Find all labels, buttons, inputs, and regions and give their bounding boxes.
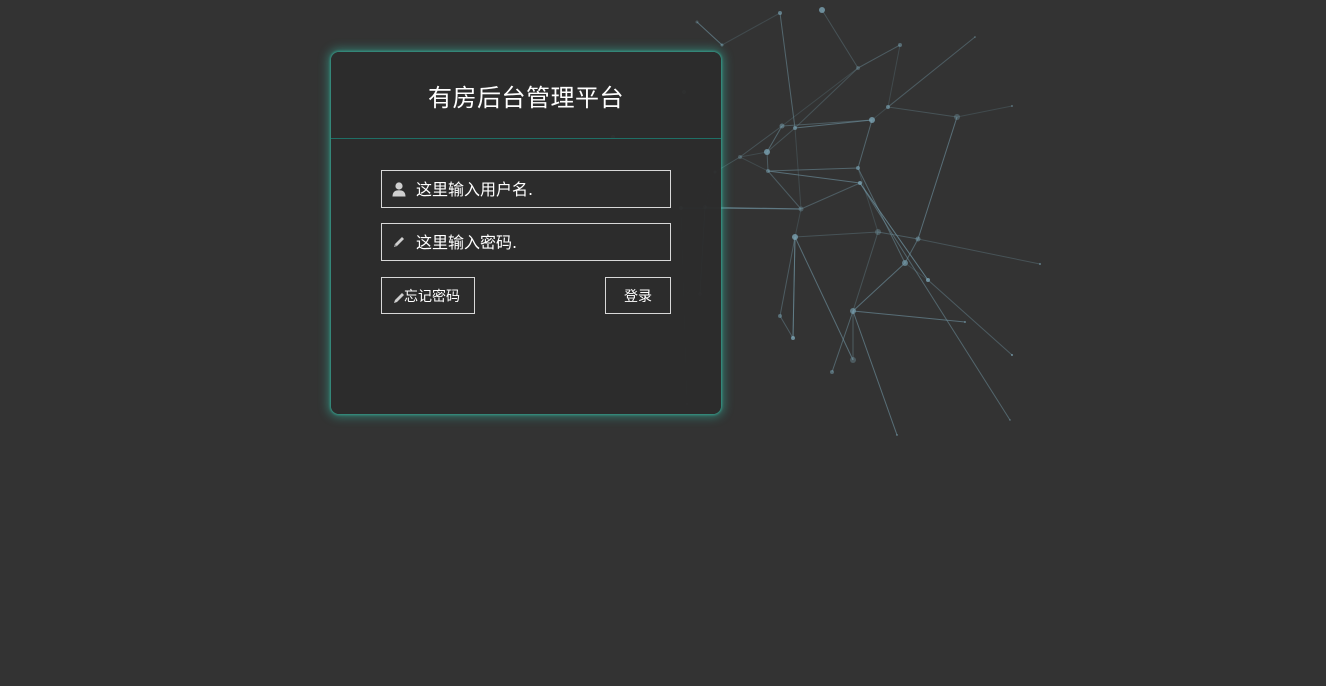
network-node — [792, 234, 798, 240]
user-icon — [382, 181, 416, 197]
panel-header: 有房后台管理平台 — [331, 52, 721, 139]
network-line — [887, 36, 976, 108]
network-line — [792, 236, 796, 339]
network-node — [738, 155, 742, 159]
network-line — [739, 156, 769, 172]
network-node — [766, 169, 770, 173]
forgot-password-label: 忘记密码 — [404, 288, 460, 305]
network-node — [964, 321, 966, 323]
network-node — [974, 36, 976, 38]
network-line — [794, 67, 859, 129]
network-line — [852, 310, 966, 323]
pencil-icon — [382, 235, 416, 249]
network-line — [794, 127, 802, 210]
network-line — [779, 12, 796, 129]
network-line — [779, 315, 794, 339]
network-line — [871, 106, 889, 121]
login-button-label: 登录 — [624, 288, 652, 305]
pencil-icon — [393, 290, 407, 304]
network-node — [856, 166, 860, 170]
network-line — [852, 310, 898, 436]
network-line — [767, 170, 861, 184]
network-node — [850, 308, 856, 314]
network-line — [779, 236, 796, 317]
network-line — [767, 170, 802, 210]
network-line — [821, 9, 859, 69]
network-line — [956, 105, 1013, 118]
network-node — [1011, 105, 1013, 107]
network-node — [1011, 354, 1013, 356]
network-node — [850, 357, 856, 363]
network-node — [778, 11, 782, 15]
network-node — [779, 123, 785, 129]
password-field[interactable] — [381, 223, 671, 261]
network-line — [794, 208, 802, 238]
page-title: 有房后台管理平台 — [428, 83, 624, 112]
network-line — [927, 279, 1013, 356]
network-line — [857, 167, 906, 264]
network-line — [794, 231, 879, 238]
password-input[interactable] — [416, 232, 656, 252]
network-node — [875, 229, 881, 235]
forgot-password-button[interactable]: 忘记密码 — [381, 277, 475, 314]
network-line — [857, 119, 873, 169]
network-line — [794, 236, 854, 361]
network-line — [917, 116, 958, 240]
network-node — [791, 336, 795, 340]
network-node — [819, 7, 825, 13]
username-input[interactable] — [416, 179, 656, 199]
network-line — [766, 125, 783, 153]
network-line — [767, 167, 859, 172]
network-line — [831, 310, 854, 373]
network-node — [778, 314, 782, 318]
network-node — [830, 370, 834, 374]
network-node — [898, 43, 902, 47]
network-line — [887, 106, 958, 118]
network-line — [766, 127, 796, 153]
network-node — [915, 236, 921, 242]
network-node — [798, 206, 804, 212]
network-node — [858, 181, 862, 185]
network-node — [954, 114, 960, 120]
login-button[interactable]: 登录 — [605, 277, 671, 314]
network-line — [917, 238, 1041, 265]
network-line — [857, 167, 879, 233]
network-node — [720, 43, 724, 47]
login-panel: 有房后台管理平台 忘记密码 登录 — [331, 52, 721, 414]
network-node — [902, 260, 908, 266]
network-node — [856, 66, 860, 70]
network-line — [904, 238, 919, 264]
network-node — [793, 126, 797, 130]
network-line — [857, 44, 901, 69]
network-node — [1039, 263, 1041, 265]
network-node — [764, 149, 770, 155]
network-node — [1009, 419, 1011, 421]
network-line — [800, 182, 861, 210]
network-line — [739, 125, 783, 158]
network-node — [695, 20, 699, 24]
network-node — [886, 105, 890, 109]
username-field[interactable] — [381, 170, 671, 208]
network-node — [869, 117, 875, 123]
network-line — [721, 12, 781, 46]
network-node — [926, 278, 930, 282]
network-line — [696, 21, 723, 46]
network-line — [859, 182, 929, 281]
network-line — [887, 44, 901, 108]
network-node — [896, 434, 898, 436]
